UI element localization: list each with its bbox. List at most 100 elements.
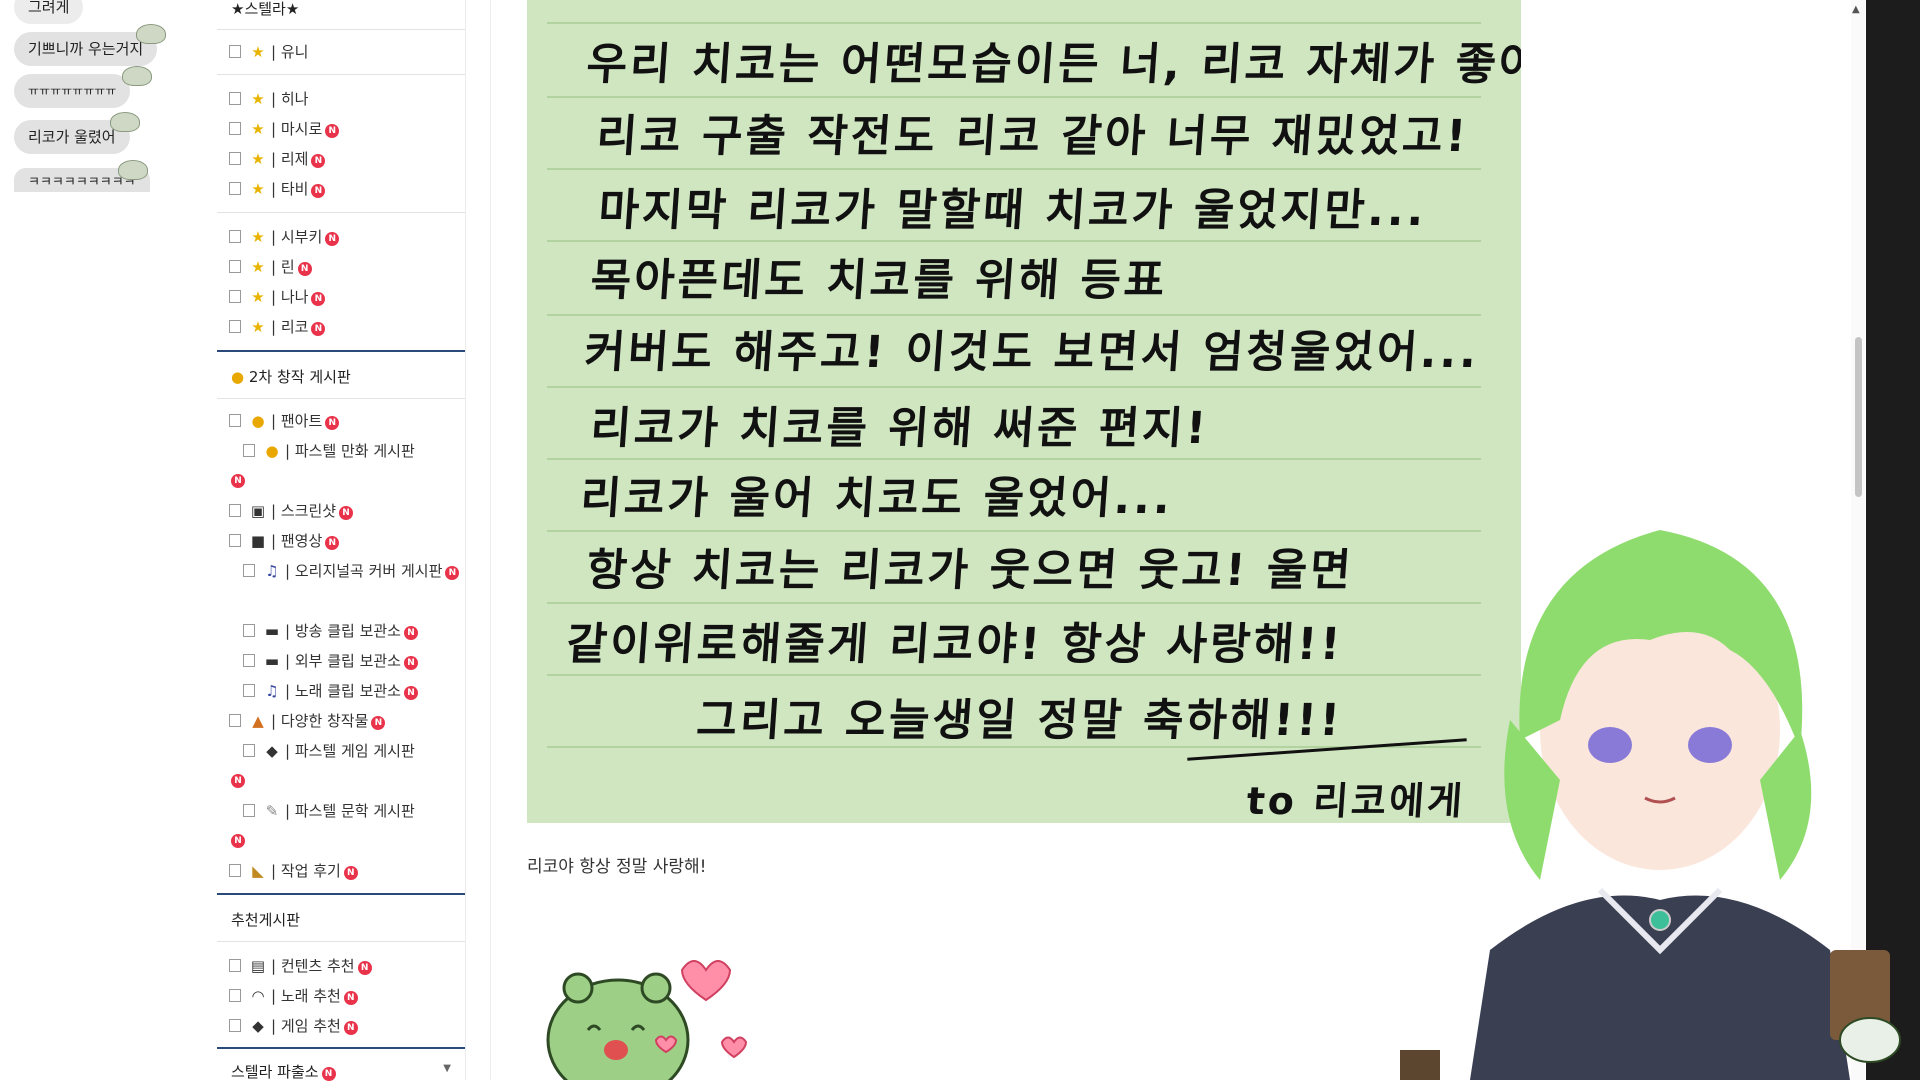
new-badge: N	[339, 506, 354, 520]
menu-item[interactable]: ★ | 히나	[229, 89, 308, 109]
letter-line: 우리 치코는 어떤모습이든 너, 리코 자체가 좋아!	[584, 39, 1521, 90]
section-title-police[interactable]: 스텔라 파출소 N	[231, 1061, 336, 1082]
document-icon	[229, 989, 241, 1002]
cat-emote-icon	[118, 160, 148, 180]
ruled-line	[547, 530, 1481, 532]
menu-item[interactable]: ★ | 리코 N	[229, 317, 326, 337]
new-badge: N	[403, 686, 418, 700]
menu-item[interactable]: ◣ | 작업 후기 N	[229, 861, 358, 881]
star-icon: ★	[251, 258, 265, 276]
handwritten-letter-image: 우리 치코는 어떤모습이든 너, 리코 자체가 좋아! 리코 구출 작전도 리코…	[527, 0, 1521, 823]
letter-line: 커버도 해주고! 이것도 보면서 엄청울었어...	[582, 327, 1482, 378]
section-title-recommend[interactable]: 추천게시판	[231, 909, 300, 930]
letter-line: 그리고 오늘생일 정말 축하해!!!	[694, 695, 1345, 746]
star-icon: ★	[251, 228, 265, 246]
menu-item[interactable]: ★ | 나나 N	[229, 287, 326, 307]
menu-item[interactable]: ● | 파스텔 만화 게시판	[243, 441, 415, 461]
divider	[490, 0, 491, 1080]
section-header: 추천게시판	[217, 893, 465, 943]
gamepad-icon: ◆	[252, 1017, 264, 1035]
cat-emote-icon	[136, 24, 166, 44]
wooden-ledge	[1400, 1050, 1440, 1080]
palette-icon: ●	[251, 412, 265, 430]
new-badge: N	[357, 961, 372, 975]
new-badge: N	[325, 536, 340, 550]
chat-overlay: 그려게 기쁘니까 우는거지 ㅠㅠㅠㅠㅠㅠㅠㅠ 리코가 울렸어 ㅋㅋㅋㅋㅋㅋㅋㅋㅋ	[0, 0, 200, 220]
palette-icon: ●	[231, 368, 245, 386]
new-badge: N	[311, 184, 326, 198]
new-badge-wrapped: N	[231, 829, 245, 849]
document-icon	[229, 152, 241, 165]
document-icon	[229, 320, 241, 333]
menu-item[interactable]: ◠ | 노래 추천 N	[229, 986, 358, 1006]
avatar-eye	[1588, 727, 1632, 763]
ruled-line	[547, 22, 1481, 24]
section-title-fanart[interactable]: ● 2차 창작 게시판	[231, 366, 351, 387]
new-badge-wrapped: N	[231, 469, 245, 489]
video-camera-icon: ■	[250, 532, 266, 550]
menu-item[interactable]: ✎ | 파스텔 문학 게시판	[243, 801, 415, 821]
image-doc-icon	[229, 504, 241, 517]
menu-item[interactable]: ♫ | 오리지널곡 커버 게시판 N	[243, 561, 460, 581]
document-icon	[243, 744, 255, 757]
scrollbar-thumb[interactable]	[1855, 337, 1862, 497]
film-icon: ▬	[264, 652, 280, 670]
ruled-line	[547, 458, 1481, 460]
menu-item[interactable]: ★ | 타비 N	[229, 179, 326, 199]
menu-item[interactable]: ★ | 유니	[229, 42, 308, 62]
document-icon	[243, 624, 255, 637]
image-doc-icon	[229, 414, 241, 427]
star-icon: ★	[251, 90, 265, 108]
headphones-icon: ◠	[251, 987, 265, 1005]
menu-item[interactable]: ▣ | 스크린샷 N	[229, 501, 354, 521]
star-icon: ★	[251, 180, 265, 198]
film-icon: ▬	[264, 622, 280, 640]
heart-icon	[680, 960, 732, 1002]
menu-item[interactable]: ■ | 팬영상 N	[229, 531, 340, 551]
gamepad-icon: ◆	[266, 742, 278, 760]
menu-item[interactable]: ◆ | 게임 추천 N	[229, 1016, 358, 1036]
section-title-stella[interactable]: ★스텔라★	[231, 0, 299, 19]
letter-line: 목아픈데도 치코를 위해 등표	[588, 255, 1170, 306]
menu-item[interactable]: ★ | 시부키 N	[229, 227, 340, 247]
document-icon	[229, 290, 241, 303]
document-icon	[243, 804, 255, 817]
menu-item[interactable]: ★ | 리제 N	[229, 149, 326, 169]
menu-item[interactable]: ● | 팬아트 N	[229, 411, 340, 431]
letter-line: 리코가 치코를 위해 써준 편지!	[588, 403, 1211, 454]
section-header: 스텔라 파출소 N ▼	[217, 1047, 465, 1089]
star-icon: ★	[251, 288, 265, 306]
menu-group: ★ | 시부키 N ★ | 린N ★ | 나나 N ★ | 리코 N	[217, 212, 465, 351]
menu-item[interactable]: ▲ | 다양한 창작물 N	[229, 711, 386, 731]
menu-item[interactable]: ▬ | 외부 클립 보관소 N	[243, 651, 418, 671]
cat-emote-icon	[110, 112, 140, 132]
new-badge: N	[297, 262, 312, 276]
document-icon	[229, 230, 241, 243]
star-icon: ★	[251, 150, 265, 168]
music-note-icon: ♫	[265, 562, 279, 580]
document-icon	[229, 959, 241, 972]
menu-item[interactable]: ★ | 린N	[229, 257, 312, 277]
letter-line: 같이위로해줄게 리코야! 항상 사랑해!!	[564, 619, 1345, 670]
section-header: ● 2차 창작 게시판	[217, 350, 465, 400]
heart-icon	[720, 1036, 748, 1059]
sidebar-menu: ★스텔라★ ★ | 유니 ★ | 히나 ★ | 마시로 N ★ | 리제 N ★ | 타비 N …	[217, 0, 466, 1081]
menu-item[interactable]: ♫ | 노래 클립 보관소 N	[243, 681, 418, 701]
letter-line: 항상 치코는 리코가 웃으면 웃고! 울면	[584, 545, 1356, 596]
new-badge: N	[325, 416, 340, 430]
star-icon: ★	[251, 318, 265, 336]
menu-item[interactable]: ▬ | 방송 클립 보관소 N	[243, 621, 418, 641]
document-icon	[243, 564, 255, 577]
quill-icon: ✎	[265, 802, 279, 820]
signboard-icon: ▤	[250, 957, 266, 975]
scroll-up-arrow-icon[interactable]: ▲	[1852, 4, 1860, 15]
menu-item[interactable]: ◆ | 파스텔 게임 게시판	[243, 741, 415, 761]
menu-group: ★ | 히나 ★ | 마시로 N ★ | 리제 N ★ | 타비 N	[217, 74, 465, 213]
menu-item[interactable]: ★ | 마시로 N	[229, 119, 340, 139]
menu-group: ● | 팬아트 N ● | 파스텔 만화 게시판 N ▣ | 스크린샷 N ■ | 팬영상 N…	[217, 398, 465, 895]
document-icon	[229, 182, 241, 195]
menu-item[interactable]: ▤ | 컨텐츠 추천 N	[229, 956, 372, 976]
ruled-line	[547, 168, 1481, 170]
chevron-down-icon[interactable]: ▼	[443, 1063, 451, 1074]
document-icon	[229, 1019, 241, 1032]
